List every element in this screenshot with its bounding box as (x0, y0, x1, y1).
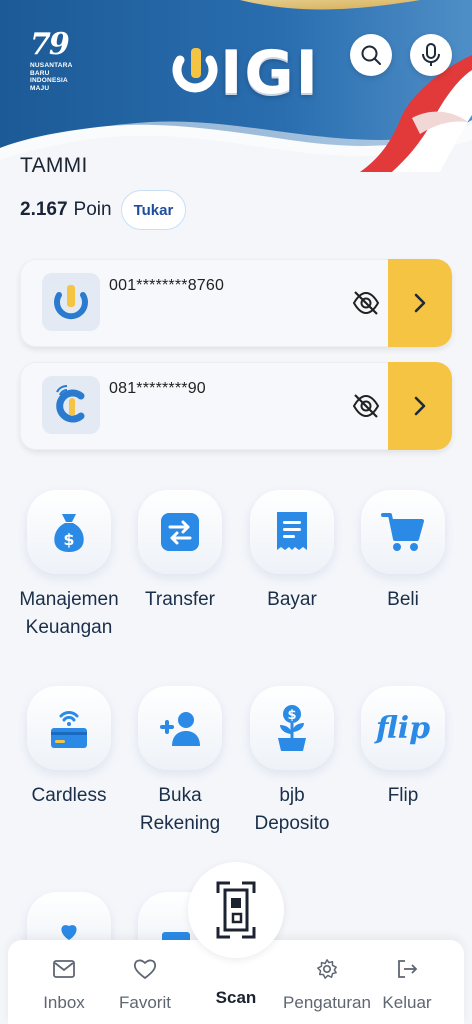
gear-icon (317, 959, 337, 979)
nav-label: Favorit (119, 993, 171, 1012)
voice-button[interactable] (410, 34, 452, 76)
account-card-digi[interactable]: 001********8760 (20, 259, 452, 347)
nav-scan[interactable]: Scan (191, 980, 281, 1008)
transfer-arrows-icon (138, 490, 222, 574)
menu-bayar[interactable]: Bayar (237, 490, 347, 614)
nav-inbox[interactable]: Inbox (19, 958, 109, 1013)
app-header: 79 NUSANTARA BARU INDONESIA MAJU IGI (0, 0, 472, 175)
receipt-icon (250, 490, 334, 574)
nav-label: Keluar (382, 993, 432, 1012)
menu-label: bjb Deposito (254, 785, 330, 834)
menu-label: Cardless (31, 785, 107, 806)
menu-label: Transfer (144, 589, 216, 610)
menu-bjb-deposito[interactable]: $ bjb Deposito (237, 686, 347, 838)
menu-manajemen-keuangan[interactable]: $ Manajemen Keuangan (14, 490, 124, 642)
account-detail-button[interactable] (388, 362, 452, 450)
flip-logo-icon: flip (361, 686, 445, 770)
nav-favorit[interactable]: Favorit (100, 958, 190, 1013)
redeem-points-button[interactable]: Tukar (120, 190, 187, 230)
digi-power-icon (172, 48, 218, 93)
menu-label: Flip (387, 785, 419, 806)
scan-button[interactable] (188, 862, 284, 958)
search-button[interactable] (350, 34, 392, 76)
money-plant-icon: $ (250, 686, 334, 770)
menu-cardless[interactable]: Cardless (14, 686, 124, 810)
flip-logo-text: flip (375, 710, 431, 746)
points-row: 2.167 Poin Tukar (20, 190, 187, 230)
badge-number: 79 (30, 27, 70, 62)
account-detail-button[interactable] (388, 259, 452, 347)
chevron-right-icon (414, 396, 426, 416)
menu-label: Manajemen Keuangan (19, 589, 119, 638)
account-number: 001********8760 (109, 277, 225, 294)
nav-label: Inbox (43, 993, 85, 1012)
microphone-icon (422, 43, 440, 66)
digi-logo-icon (42, 273, 100, 331)
eye-off-icon[interactable] (351, 392, 381, 420)
digi-brand-logo: IGI (172, 38, 320, 108)
anniversary-badge: 79 NUSANTARA BARU INDONESIA MAJU (30, 30, 84, 92)
svg-text:$: $ (63, 530, 74, 549)
mail-icon (53, 960, 75, 978)
chevron-right-icon (414, 293, 426, 313)
cash-logo-icon (42, 376, 100, 434)
svg-text:$: $ (287, 708, 296, 723)
user-name: TAMMI (20, 154, 88, 177)
heart-icon (133, 959, 157, 979)
add-user-icon (138, 686, 222, 770)
nav-label: Pengaturan (283, 993, 371, 1012)
menu-label: Beli (387, 589, 419, 610)
menu-label: Buka Rekening (139, 785, 221, 834)
contactless-card-icon (27, 686, 111, 770)
qr-scan-icon (216, 881, 256, 939)
nav-label: Scan (215, 988, 257, 1007)
account-card-cash[interactable]: 081********90 (20, 362, 452, 450)
menu-buka-rekening[interactable]: Buka Rekening (125, 686, 235, 838)
menu-label: Bayar (267, 589, 317, 610)
account-number: 081********90 (109, 380, 206, 397)
nav-pengaturan[interactable]: Pengaturan (282, 958, 372, 1013)
search-icon (361, 45, 381, 65)
logout-icon (398, 960, 418, 978)
money-bag-icon: $ (27, 490, 111, 574)
points-unit: Poin (73, 199, 112, 220)
nav-keluar[interactable]: Keluar (362, 958, 452, 1013)
menu-beli[interactable]: Beli (348, 490, 458, 614)
brand-text: IGI (220, 38, 320, 108)
badge-caption: NUSANTARA BARU INDONESIA MAJU (30, 62, 73, 92)
menu-flip[interactable]: flip Flip (348, 686, 458, 810)
eye-off-icon[interactable] (351, 289, 381, 317)
points-value: 2.167 (20, 199, 68, 220)
menu-transfer[interactable]: Transfer (125, 490, 235, 614)
cart-icon (361, 490, 445, 574)
